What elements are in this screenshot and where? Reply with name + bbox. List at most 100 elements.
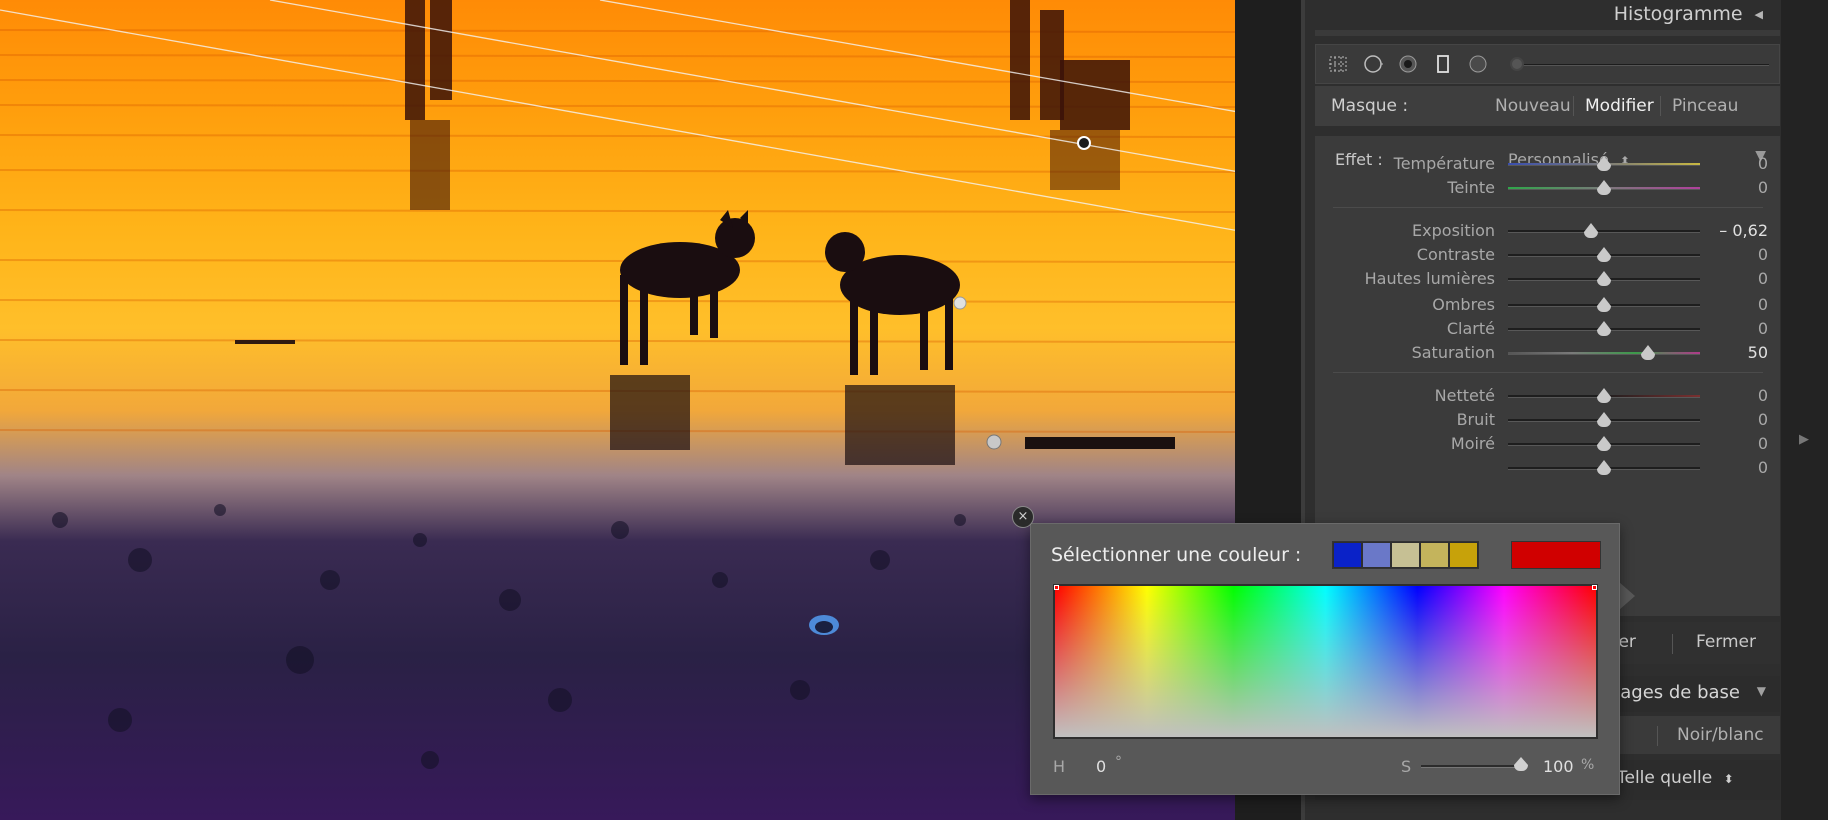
slider-value[interactable]: 0 bbox=[1758, 154, 1768, 173]
treatment-bw-option[interactable]: Noir/blanc bbox=[1677, 725, 1764, 745]
right-panel-edge[interactable]: ▶ bbox=[1781, 0, 1828, 820]
basic-section-title: ages de base bbox=[1620, 682, 1740, 703]
histogram-strip bbox=[1315, 30, 1780, 36]
histogram-header[interactable]: Histogramme ◀ bbox=[1305, 0, 1781, 28]
divider bbox=[1573, 96, 1574, 116]
graduated-filter-icon[interactable] bbox=[1433, 54, 1453, 74]
slider-value[interactable]: 0 bbox=[1758, 458, 1768, 477]
slider-knob[interactable] bbox=[1597, 180, 1611, 195]
saturation-track[interactable] bbox=[1421, 765, 1521, 768]
slider-value[interactable]: 0 bbox=[1758, 319, 1768, 338]
mask-brush-button[interactable]: Pinceau bbox=[1672, 96, 1738, 116]
slider-knob[interactable] bbox=[1597, 271, 1611, 286]
radial-filter-icon[interactable] bbox=[1468, 54, 1488, 74]
slider-row: Teinte 0 bbox=[1315, 176, 1780, 200]
slider-label: Teinte bbox=[1447, 178, 1495, 197]
divider bbox=[1672, 634, 1673, 654]
color-swatch[interactable] bbox=[1391, 542, 1420, 568]
spectrum-marker[interactable] bbox=[1054, 585, 1059, 590]
slider-knob[interactable] bbox=[1597, 297, 1611, 312]
mask-new-button[interactable]: Nouveau bbox=[1495, 96, 1571, 116]
slider-knob[interactable] bbox=[1583, 223, 1598, 238]
slider-row: 0 bbox=[1315, 456, 1780, 480]
slider-knob[interactable] bbox=[1597, 388, 1611, 403]
slider-knob[interactable] bbox=[1597, 247, 1611, 262]
hue-value[interactable]: 0 bbox=[1096, 757, 1106, 776]
current-color-swatch bbox=[1511, 541, 1601, 569]
slider-label: Contraste bbox=[1416, 245, 1495, 264]
saturation-label: S bbox=[1401, 757, 1412, 776]
red-eye-icon[interactable] bbox=[1398, 54, 1418, 74]
picker-title: Sélectionner une couleur : bbox=[1051, 544, 1302, 566]
slider-knob[interactable] bbox=[1597, 412, 1611, 427]
crop-grid-icon[interactable] bbox=[1328, 54, 1348, 74]
tool-size-knob[interactable] bbox=[1510, 57, 1524, 71]
slider-value[interactable]: 0 bbox=[1758, 245, 1768, 264]
tool-strip bbox=[1315, 44, 1780, 84]
color-picker-popup: Sélectionner une couleur : H 0 ° S 100 % bbox=[1030, 523, 1620, 795]
slider-value[interactable]: 0 bbox=[1758, 269, 1768, 288]
slider-value[interactable]: 0 bbox=[1758, 178, 1768, 197]
saturation-unit: % bbox=[1581, 757, 1595, 773]
slider-label: Exposition bbox=[1412, 221, 1495, 240]
close-button[interactable]: Fermer bbox=[1696, 632, 1756, 652]
divider bbox=[1660, 96, 1661, 116]
picker-close-button[interactable]: × bbox=[1012, 506, 1034, 528]
slider-label: Clarté bbox=[1446, 319, 1495, 338]
hue-unit: ° bbox=[1115, 754, 1122, 770]
divider bbox=[1333, 372, 1763, 373]
profile-dropdown[interactable]: Telle quelle ⬍ bbox=[1617, 768, 1734, 788]
slider-track[interactable] bbox=[1508, 230, 1700, 233]
slider-row: Clarté 0 bbox=[1315, 317, 1780, 341]
slider-knob[interactable] bbox=[1597, 436, 1611, 451]
slider-knob[interactable] bbox=[1597, 321, 1611, 336]
color-swatch[interactable] bbox=[1449, 542, 1478, 568]
profile-value: Telle quelle bbox=[1617, 768, 1713, 788]
histogram-title: Histogramme bbox=[1613, 3, 1743, 25]
slider-label: Température bbox=[1393, 154, 1495, 173]
slider-track[interactable] bbox=[1508, 352, 1700, 355]
tool-size-track[interactable] bbox=[1514, 64, 1769, 66]
dropdown-arrows-icon: ⬍ bbox=[1723, 772, 1734, 786]
slider-label: Bruit bbox=[1456, 410, 1495, 429]
mask-label: Masque : bbox=[1331, 96, 1409, 116]
spectrum-marker[interactable] bbox=[1592, 585, 1597, 590]
hue-label: H bbox=[1053, 757, 1066, 776]
slider-row: Moiré 0 bbox=[1315, 432, 1780, 456]
saturation-knob[interactable] bbox=[1514, 757, 1528, 771]
color-swatch[interactable] bbox=[1333, 542, 1362, 568]
spot-removal-icon[interactable] bbox=[1363, 54, 1383, 74]
slider-label: Saturation bbox=[1411, 343, 1495, 362]
triangle-right-icon[interactable]: ▶ bbox=[1799, 432, 1809, 447]
slider-row: Température 0 bbox=[1315, 152, 1780, 176]
slider-value[interactable]: – 0,62 bbox=[1719, 221, 1768, 240]
slider-value[interactable]: 0 bbox=[1758, 434, 1768, 453]
color-spectrum[interactable] bbox=[1053, 584, 1598, 739]
color-swatch[interactable] bbox=[1362, 542, 1391, 568]
divider bbox=[1333, 207, 1763, 208]
slider-label: Hautes lumières bbox=[1364, 269, 1495, 288]
slider-value[interactable]: 0 bbox=[1758, 410, 1768, 429]
picker-pointer bbox=[1619, 582, 1635, 610]
triangle-left-icon[interactable]: ◀ bbox=[1755, 8, 1763, 21]
mask-edit-button[interactable]: Modifier bbox=[1585, 96, 1654, 116]
mask-row: Masque : Nouveau Modifier Pinceau bbox=[1315, 86, 1780, 126]
slider-label: Netteté bbox=[1434, 386, 1495, 405]
slider-value[interactable]: 0 bbox=[1758, 295, 1768, 314]
slider-row: Netteté 0 bbox=[1315, 384, 1780, 408]
divider bbox=[1657, 726, 1658, 746]
slider-knob[interactable] bbox=[1641, 345, 1656, 360]
slider-row: Hautes lumières 0 bbox=[1315, 267, 1780, 291]
color-swatch[interactable] bbox=[1420, 542, 1449, 568]
slider-row: Bruit 0 bbox=[1315, 408, 1780, 432]
swatch-row bbox=[1332, 541, 1479, 569]
slider-knob[interactable] bbox=[1597, 460, 1611, 475]
triangle-down-icon[interactable]: ▼ bbox=[1757, 684, 1766, 698]
saturation-value[interactable]: 100 bbox=[1543, 757, 1574, 776]
slider-label: Moiré bbox=[1450, 434, 1495, 453]
slider-value[interactable]: 0 bbox=[1758, 386, 1768, 405]
slider-value[interactable]: 50 bbox=[1748, 343, 1768, 362]
slider-row: Ombres 0 bbox=[1315, 293, 1780, 317]
slider-row: Saturation 50 bbox=[1315, 341, 1780, 365]
slider-knob[interactable] bbox=[1597, 156, 1611, 171]
